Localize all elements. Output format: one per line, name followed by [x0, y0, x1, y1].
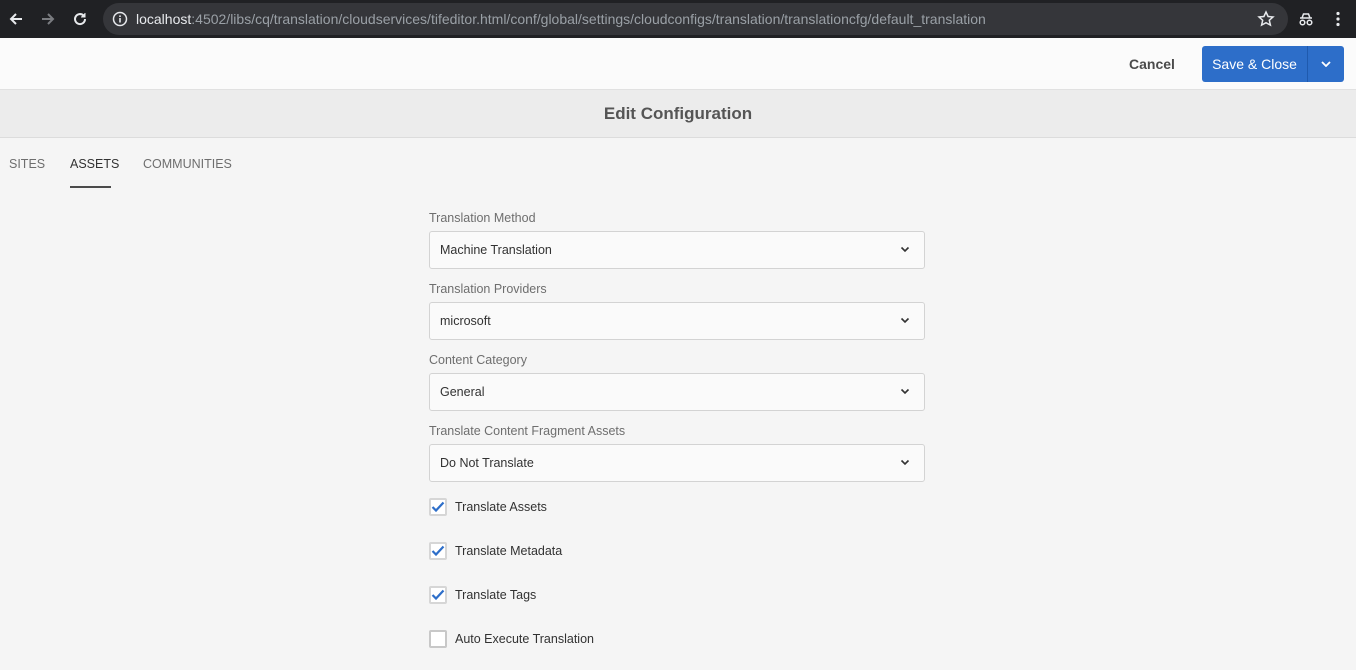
save-close-button[interactable]: Save & Close	[1202, 46, 1308, 82]
translate-tags-label: Translate Tags	[455, 588, 537, 602]
chevron-down-icon	[900, 459, 910, 466]
translation-providers-value: microsoft	[440, 314, 491, 328]
title-bar: Edit Configuration	[0, 90, 1356, 138]
reload-icon	[74, 13, 87, 26]
translation-method-select[interactable]: Machine Translation	[429, 231, 925, 269]
translate-metadata-checkbox-row[interactable]: Translate Metadata	[429, 541, 562, 561]
checkmark-icon	[431, 589, 445, 601]
chevron-down-icon	[1321, 61, 1331, 67]
content-category-label: Content Category	[429, 353, 527, 367]
reload-button[interactable]	[69, 8, 91, 30]
active-tab-indicator	[70, 186, 111, 188]
browser-toolbar: localhost:4502/libs/cq/translation/cloud…	[0, 0, 1356, 38]
auto-execute-checkbox-row[interactable]: Auto Execute Translation	[429, 629, 594, 649]
chevron-down-icon	[900, 317, 910, 324]
translate-tags-checkbox[interactable]	[429, 586, 447, 604]
checkmark-icon	[431, 545, 445, 557]
incognito-button[interactable]	[1295, 8, 1317, 30]
cancel-button[interactable]: Cancel	[1116, 50, 1188, 78]
chevron-down-icon	[900, 246, 910, 253]
translation-method-label: Translation Method	[429, 211, 536, 225]
incognito-icon	[1299, 13, 1313, 26]
forward-button[interactable]	[37, 8, 59, 30]
translate-assets-label: Translate Assets	[455, 500, 547, 514]
translate-assets-checkbox-row[interactable]: Translate Assets	[429, 497, 547, 517]
bookmark-star-icon[interactable]	[1257, 10, 1275, 28]
content-fragment-label: Translate Content Fragment Assets	[429, 424, 626, 438]
translation-providers-select[interactable]: microsoft	[429, 302, 925, 340]
chevron-down-icon	[900, 388, 910, 395]
browser-menu-button[interactable]	[1327, 8, 1349, 30]
tab-communities[interactable]: COMMUNITIES	[143, 157, 232, 171]
save-button-group: Save & Close	[1202, 46, 1344, 82]
content-category-select[interactable]: General	[429, 373, 925, 411]
content-fragment-select[interactable]: Do Not Translate	[429, 444, 925, 482]
translate-assets-checkbox[interactable]	[429, 498, 447, 516]
more-vertical-icon	[1336, 11, 1340, 27]
url-host: localhost	[136, 11, 192, 27]
save-options-dropdown[interactable]	[1308, 46, 1344, 82]
translation-method-value: Machine Translation	[440, 243, 552, 257]
tab-sites[interactable]: SITES	[9, 157, 45, 171]
translate-metadata-label: Translate Metadata	[455, 544, 563, 558]
content-fragment-value: Do Not Translate	[440, 456, 534, 470]
translation-providers-label: Translation Providers	[429, 282, 547, 296]
checkmark-icon	[431, 501, 445, 513]
address-bar[interactable]: localhost:4502/libs/cq/translation/cloud…	[103, 3, 1288, 35]
url-text: localhost:4502/libs/cq/translation/cloud…	[136, 11, 986, 27]
action-toolbar: Cancel Save & Close	[0, 38, 1356, 90]
tab-assets[interactable]: ASSETS	[70, 157, 119, 171]
back-arrow-icon	[9, 13, 22, 25]
info-icon[interactable]	[112, 11, 128, 27]
translate-tags-checkbox-row[interactable]: Translate Tags	[429, 585, 536, 605]
page-title: Edit Configuration	[603, 103, 753, 123]
back-button[interactable]	[5, 8, 27, 30]
auto-execute-label: Auto Execute Translation	[455, 632, 594, 646]
content-category-value: General	[440, 385, 485, 399]
auto-execute-checkbox[interactable]	[429, 630, 447, 648]
forward-arrow-icon	[42, 13, 55, 25]
translate-metadata-checkbox[interactable]	[429, 542, 447, 560]
url-path: :4502/libs/cq/translation/cloudservices/…	[191, 11, 986, 27]
